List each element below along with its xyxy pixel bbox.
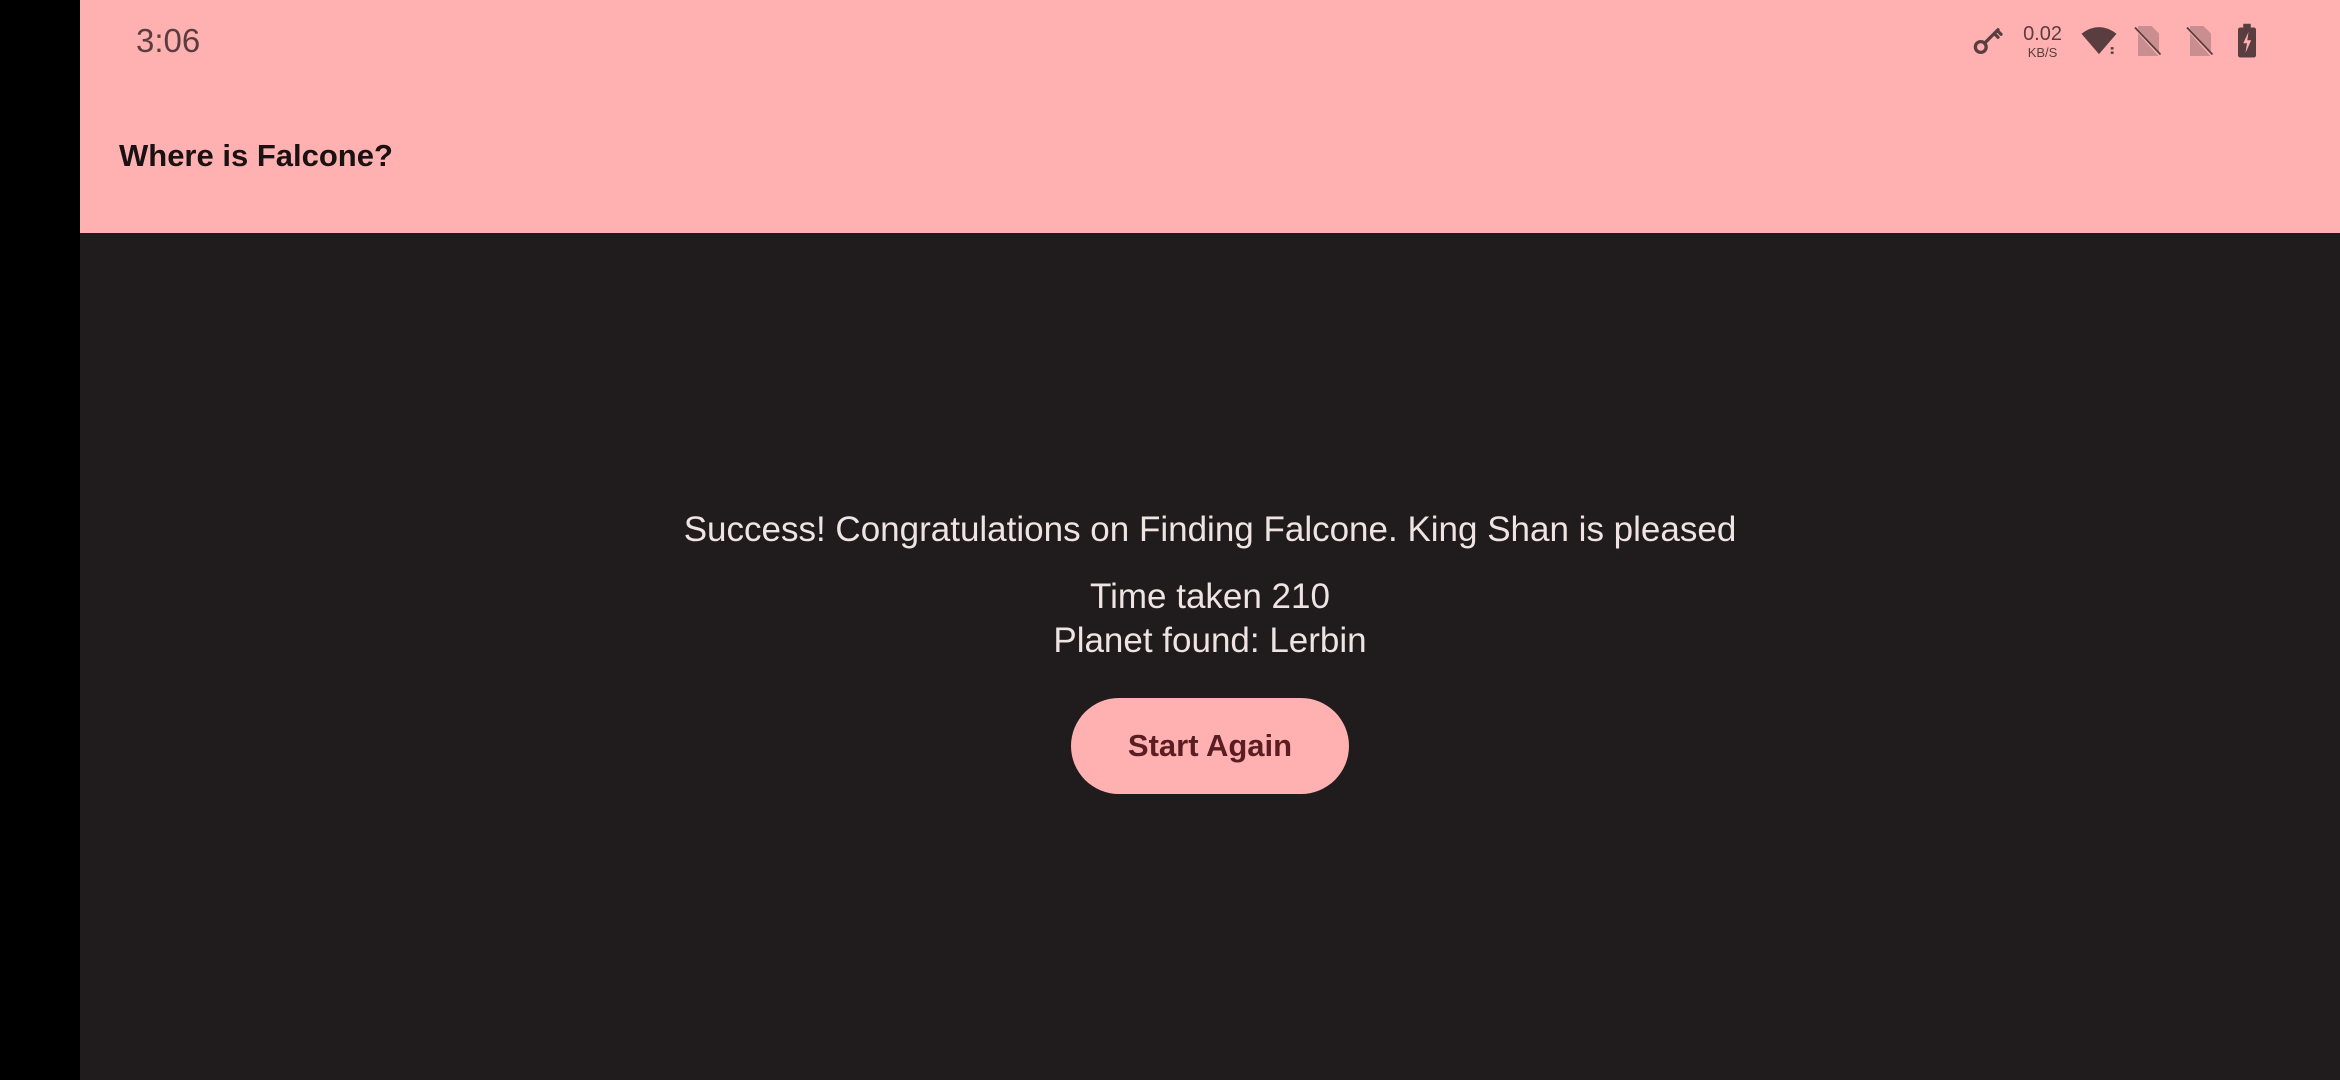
no-sim-icon [2184,23,2220,59]
battery-charging-icon [2236,23,2272,59]
status-icons: 0.02 KB/S [1971,20,2272,62]
time-taken-text: Time taken 210 [1090,577,1330,616]
vpn-key-icon [1971,23,2007,59]
planet-found-text: Planet found: Lerbin [1053,621,1367,660]
wifi-icon [2080,23,2117,59]
result-panel: Success! Congratulations on Finding Falc… [80,233,2340,1080]
success-message: Success! Congratulations on Finding Falc… [683,510,1737,549]
app-screen: 3:06 0.02 KB/S Where is Falcone? Success… [80,0,2340,1080]
no-sim-icon [2132,23,2168,59]
network-speed-unit: KB/S [2027,44,2058,60]
start-again-button[interactable]: Start Again [1071,698,1349,794]
status-time: 3:06 [136,22,201,59]
network-speed: 0.02 KB/S [2023,24,2062,59]
app-bar-title: Where is Falcone? [119,138,393,173]
top-app-bar: 3:06 0.02 KB/S Where is Falcone? [80,0,2340,233]
network-speed-value: 0.02 [2023,22,2062,45]
